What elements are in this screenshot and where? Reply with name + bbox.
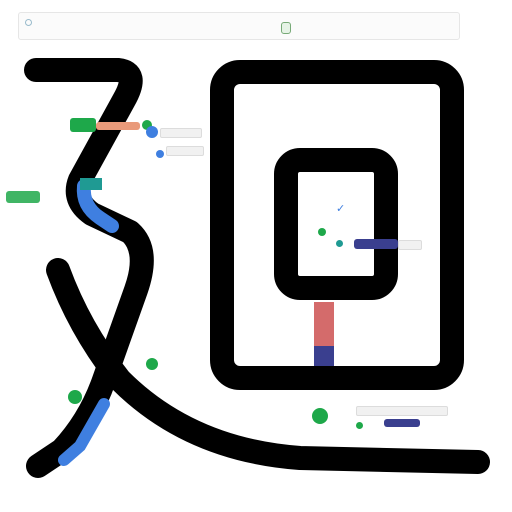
outer-frame-stroke (210, 60, 464, 390)
node-chip-b (166, 146, 204, 156)
inner-dot-green[interactable] (318, 228, 326, 236)
inner-chip (398, 240, 422, 250)
bottom-dot-small[interactable] (356, 422, 363, 429)
drawing-canvas[interactable]: ✓ (0, 0, 512, 512)
inner-dot-teal[interactable] (336, 240, 343, 247)
cluster-dot-blue[interactable] (146, 126, 158, 138)
lower-dot-green-a[interactable] (146, 358, 158, 370)
bar-navy (314, 346, 334, 366)
bottom-dot-green[interactable] (312, 408, 328, 424)
node-strip (96, 122, 140, 130)
highlight-teal (80, 178, 102, 190)
inner-frame-stroke (274, 148, 398, 300)
node-chip-a (160, 128, 202, 138)
checkmark-icon[interactable]: ✓ (336, 203, 346, 214)
bottom-pill-navy[interactable] (384, 419, 420, 427)
cluster-dot-navy[interactable] (156, 150, 164, 158)
bottom-chip (356, 406, 448, 416)
bar-red (314, 302, 334, 346)
glyph-strokes (24, 58, 490, 478)
inner-pill-navy[interactable] (354, 239, 398, 249)
node-pill-left[interactable] (6, 191, 40, 203)
node-pill-green[interactable] (70, 118, 96, 132)
lower-dot-green-b[interactable] (68, 390, 82, 404)
